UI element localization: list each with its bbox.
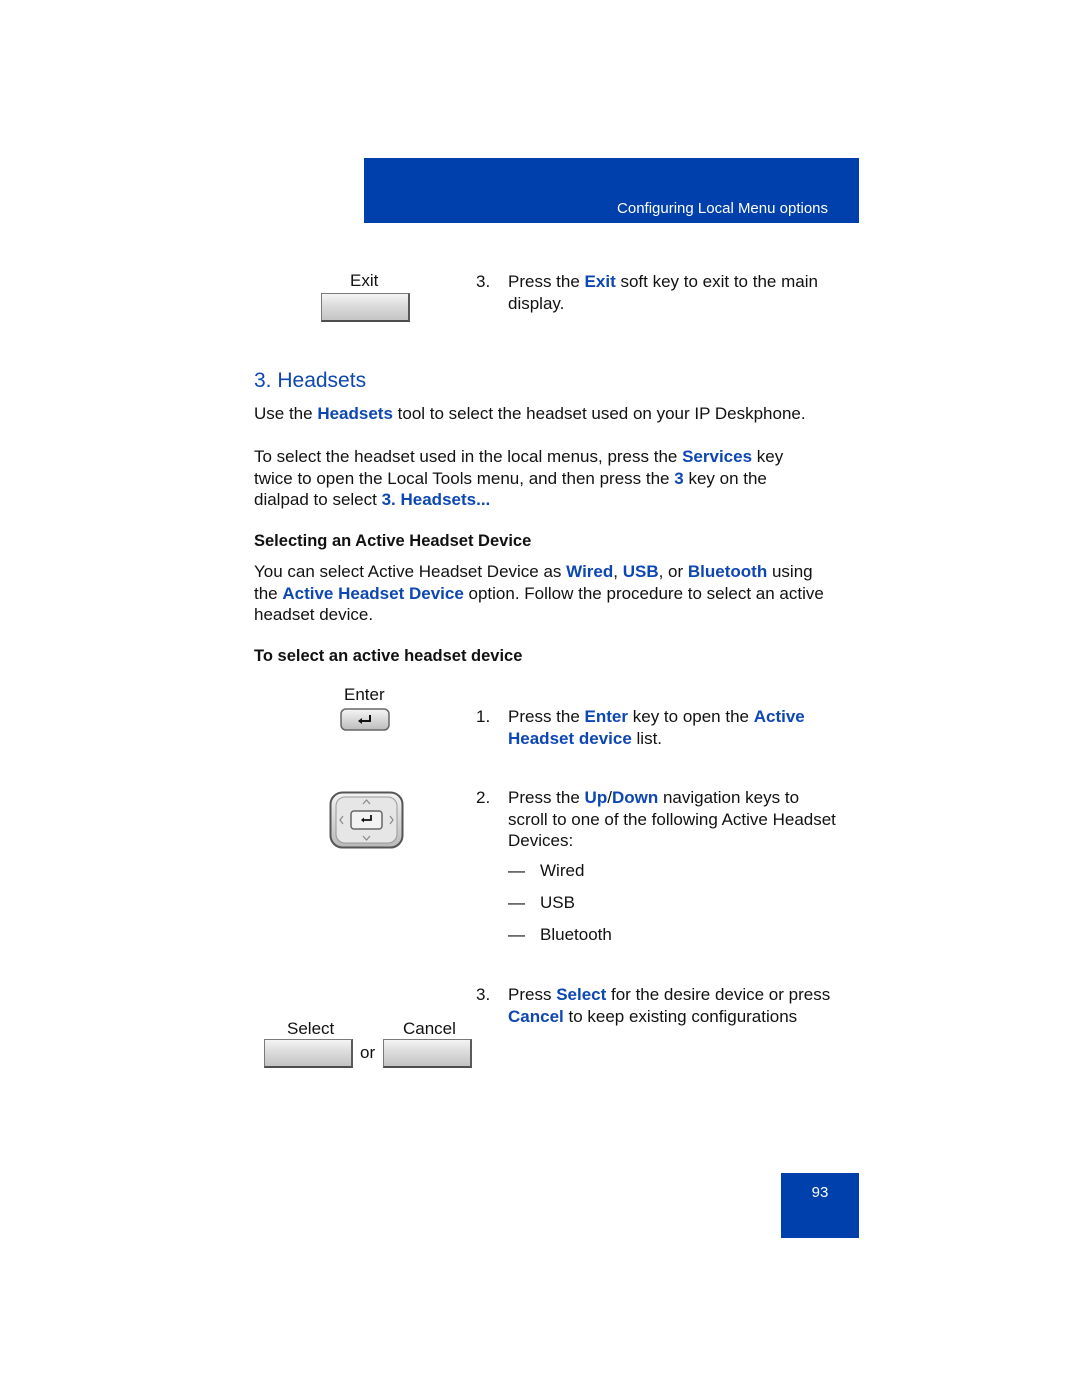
exit-key-label: Exit [350, 271, 379, 290]
section-header-title: Configuring Local Menu options [617, 200, 828, 217]
procedure-title: To select an active headset device [254, 647, 523, 665]
section-heading: 3. Headsets [254, 369, 367, 392]
enter-key-label: Enter [344, 685, 385, 704]
select-softkey-icon[interactable] [264, 1039, 353, 1068]
exit-softkey-icon[interactable] [321, 293, 410, 322]
cancel-key-label: Cancel [403, 1019, 456, 1038]
step-number: 3. [476, 272, 491, 291]
enter-key-icon[interactable] [340, 708, 390, 731]
page-number-box: 93 [781, 1173, 859, 1238]
exit-keyword: Exit [584, 272, 616, 291]
step-text: Press the Exit soft key to exit to the m… [508, 272, 818, 313]
select-key-label: Select [287, 1019, 335, 1038]
cancel-softkey-icon[interactable] [383, 1039, 472, 1068]
intro-paragraph: Use the Headsets tool to select the head… [254, 404, 806, 423]
navigation-cluster-icon[interactable] [329, 791, 404, 849]
page-number: 93 [811, 1184, 829, 1201]
subheading: Selecting an Active Headset Device [254, 532, 532, 550]
instructions-paragraph: To select the headset used in the local … [254, 447, 784, 509]
section-header-bar: Configuring Local Menu options [364, 158, 859, 223]
description-paragraph: You can select Active Headset Device as … [254, 562, 824, 624]
or-label: or [360, 1043, 376, 1062]
